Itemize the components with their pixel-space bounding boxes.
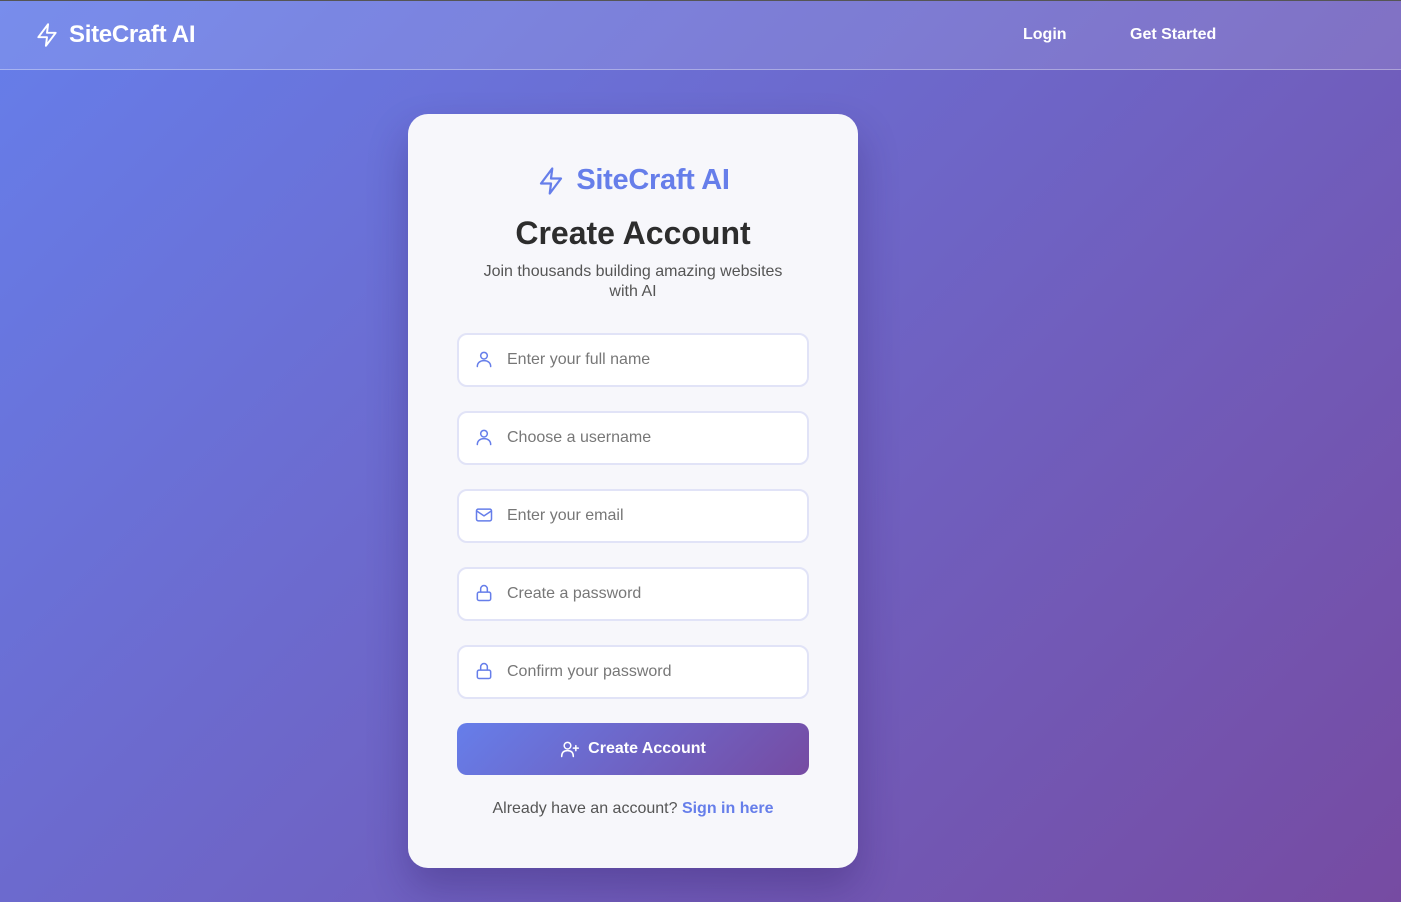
lock-icon [476,662,492,680]
signup-card: SiteCraft AI Create Account Join thousan… [408,114,858,868]
full-name-field [457,333,809,387]
page-subtitle: Join thousands building amazing websites… [483,263,783,300]
email-input[interactable] [459,491,807,541]
password-field [457,567,809,621]
header-brand-text: SiteCraft AI [69,21,196,48]
mail-icon [475,508,493,522]
lightning-icon [37,23,57,47]
confirm-password-field [457,645,809,699]
signin-link[interactable]: Sign in here [682,800,774,817]
username-input[interactable] [459,413,807,463]
lock-icon [476,584,492,602]
create-account-label: Create Account [588,740,706,757]
signin-prompt: Already have an account? Sign in here [408,800,858,818]
signin-prompt-text: Already have an account? [492,800,678,817]
confirm-password-input[interactable] [459,647,807,697]
nav-login-link[interactable]: Login [1023,26,1067,44]
user-icon [476,351,492,368]
create-account-button[interactable]: Create Account [457,723,809,775]
nav-get-started-link[interactable]: Get Started [1130,26,1216,44]
top-navbar: SiteCraft AI Login Get Started [0,0,1401,70]
user-icon [476,429,492,446]
lightning-icon [540,166,563,195]
user-plus-icon [561,741,580,758]
card-brand: SiteCraft AI [408,164,858,197]
password-input[interactable] [459,569,807,619]
header-brand[interactable]: SiteCraft AI [34,21,196,49]
full-name-input[interactable] [459,335,807,385]
card-brand-text: SiteCraft AI [576,164,730,196]
username-field [457,411,809,465]
page-title: Create Account [515,215,751,251]
email-field [457,489,809,543]
